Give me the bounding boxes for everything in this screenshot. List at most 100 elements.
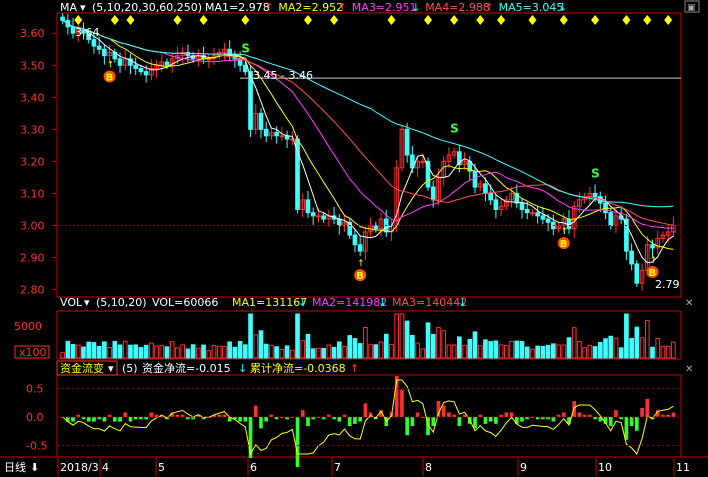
flow-bar	[86, 417, 91, 422]
volume-bar	[524, 346, 530, 359]
flow-bar	[264, 417, 269, 422]
volume-bar	[159, 345, 165, 359]
volume-bar	[383, 333, 389, 359]
price-layer	[60, 13, 676, 291]
volume-bar	[430, 333, 436, 359]
buy-marker: B	[649, 268, 657, 279]
vol-legend-item: MA1=131167	[232, 296, 307, 309]
ma-legend-item: MA3=2.951	[352, 1, 417, 14]
volume-bar	[415, 342, 420, 359]
volume-bar	[342, 345, 347, 359]
candle-body	[242, 64, 248, 73]
volume-bar	[326, 344, 332, 359]
price-tick-label: 3.30	[20, 123, 45, 136]
flow-bar	[405, 417, 409, 436]
price-tick-label: 3.50	[20, 59, 45, 72]
volume-bar	[514, 340, 520, 359]
volume-bar	[96, 345, 102, 359]
candle-body	[138, 67, 144, 73]
price-tick-label: 3.10	[20, 187, 45, 200]
volume-bar	[639, 337, 645, 359]
flow-params: (5)	[122, 362, 138, 375]
volume-layer	[60, 313, 676, 359]
volume-bar	[274, 346, 279, 359]
volume-bar	[237, 341, 243, 359]
panel-settings-icon[interactable]: ▣	[687, 3, 696, 13]
volume-bar	[399, 313, 405, 359]
flow-bar	[238, 417, 242, 422]
flow-bar	[629, 417, 634, 427]
flow-dropdown-icon[interactable]: ▾	[108, 362, 114, 375]
volume-bar	[216, 345, 222, 359]
flow-bar	[504, 412, 509, 417]
volume-bar	[618, 347, 624, 359]
buy-arrow-icon: ↑	[561, 227, 569, 237]
volume-bar	[587, 344, 593, 359]
volume-bar	[107, 346, 112, 359]
flow-bar	[608, 417, 613, 427]
volume-bar	[665, 345, 671, 359]
candle-body	[316, 215, 321, 218]
sell-marker: S	[241, 41, 250, 55]
volume-bar	[81, 346, 86, 359]
ma-legend: MA1=2.978↑ MA2=2.952↑ MA3=2.951↓ MA4=2.988↑…	[205, 1, 567, 14]
candle-body	[321, 215, 326, 220]
vol-close-icon[interactable]: ✕	[685, 298, 693, 309]
flow-name[interactable]: 资金流变	[60, 361, 104, 375]
flow-tick-label: 0.5	[26, 383, 44, 396]
month-label: 11	[676, 461, 690, 474]
candle-body	[305, 199, 311, 214]
volume-bar	[451, 344, 457, 359]
vol-dropdown-icon[interactable]: ▾	[84, 296, 90, 309]
month-label: 9	[520, 461, 527, 474]
ind-name[interactable]: MA	[60, 1, 77, 14]
volume-bar	[477, 345, 483, 359]
flow-bar	[494, 417, 498, 424]
flow-bar	[133, 417, 138, 420]
high-label: 3.64	[75, 26, 100, 39]
volume-bar	[175, 347, 180, 359]
volume-bar	[394, 313, 400, 359]
volume-bar	[420, 348, 426, 359]
vol-name[interactable]: VOL	[60, 296, 83, 309]
candle-body	[420, 160, 426, 163]
buy-arrow-icon: ↑	[357, 259, 365, 269]
flow-close-icon[interactable]: ✕	[685, 364, 693, 375]
vol-legend-arrow: ↓	[378, 296, 387, 309]
vol-legend-arrow: ↓	[298, 296, 307, 309]
volume-bar	[389, 343, 394, 359]
flow-tick-label: 0.0	[26, 411, 44, 424]
signal-diamond	[622, 15, 631, 25]
signal-diamond	[424, 15, 433, 25]
low-label: 2.79	[655, 278, 680, 291]
volume-bar	[436, 327, 441, 359]
candle-body	[102, 48, 107, 57]
flow-bar	[363, 403, 368, 417]
volume-bar	[535, 345, 540, 359]
candle-body	[206, 58, 212, 61]
candle-body	[425, 160, 431, 188]
volume-bar	[300, 340, 306, 359]
flow-bar	[353, 417, 357, 424]
vol-value: VOL=60066	[152, 296, 218, 309]
candle-body	[545, 218, 551, 223]
flow-bar	[483, 417, 488, 424]
volume-bar	[530, 348, 535, 359]
volume-bar	[149, 342, 154, 359]
candle-body	[96, 45, 102, 50]
buy-arrow-icon: ↑	[107, 60, 115, 70]
volume-bar	[592, 346, 598, 359]
volume-bar	[305, 333, 311, 359]
signal-diamond	[591, 15, 600, 25]
volume-bar	[310, 348, 316, 359]
month-label: 10	[598, 461, 612, 474]
period-label[interactable]: 日线	[4, 460, 26, 474]
candle-body	[143, 71, 149, 76]
ind-dropdown-icon[interactable]: ▾	[80, 1, 86, 14]
candle-body	[263, 128, 269, 137]
volume-bar	[284, 345, 290, 359]
volume-bar	[597, 341, 603, 359]
period-arrow-icon[interactable]: ⬇	[30, 461, 39, 474]
flow-bar	[112, 417, 117, 422]
price-tick-label: 2.80	[20, 284, 45, 297]
